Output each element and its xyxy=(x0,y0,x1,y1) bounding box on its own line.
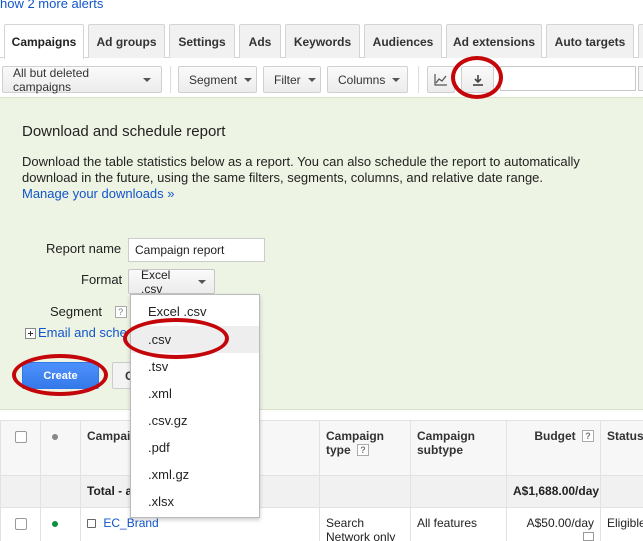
format-selected-value: Excel .csv xyxy=(141,267,171,296)
line-chart-icon xyxy=(434,73,447,86)
table-cell xyxy=(600,475,643,508)
toolbar-divider xyxy=(170,66,171,93)
segment-label-text: Segment xyxy=(50,304,103,319)
help-icon[interactable]: ? xyxy=(357,444,370,456)
view-filter-label: All but deleted campaigns xyxy=(13,65,90,94)
row-select-cell xyxy=(0,507,41,541)
campaign-subtype-header[interactable]: Campaign subtype xyxy=(410,420,507,476)
download-icon xyxy=(472,74,483,86)
table-total-row: Total - a A$1,688.00/day xyxy=(0,475,643,508)
row-budget-value: A$50.00/day xyxy=(526,516,594,530)
chevron-down-icon xyxy=(307,77,316,82)
row-budget-cell: A$50.00/day xyxy=(506,507,601,541)
row-campaign-subtype: All features xyxy=(410,507,507,541)
panel-title: Download and schedule report xyxy=(22,123,226,140)
create-button[interactable]: Create xyxy=(22,362,99,389)
tab-settings[interactable]: Settings xyxy=(169,24,235,58)
segment-button[interactable]: Segment xyxy=(178,66,257,93)
status-header[interactable]: Status xyxy=(600,420,643,476)
format-option-xml[interactable]: .xml xyxy=(131,380,259,407)
table-cell xyxy=(40,475,81,508)
total-budget: A$1,688.00/day xyxy=(506,475,601,508)
row-status-cell xyxy=(40,507,81,541)
table-header-row: Campaign Campaign type ? Campaign subtyp… xyxy=(0,420,643,476)
columns-label: Columns xyxy=(338,72,386,87)
download-report-panel: Download and schedule report Download th… xyxy=(0,97,643,410)
row-campaign-type: Search Network only xyxy=(319,507,411,541)
chart-toggle-button[interactable] xyxy=(427,66,455,93)
tab-ad-groups[interactable]: Ad groups xyxy=(88,24,165,58)
email-schedule-link[interactable]: Email and sche xyxy=(38,325,127,340)
show-alerts-link[interactable]: how 2 more alerts xyxy=(0,0,103,11)
tab-ad-extensions[interactable]: Ad extensions xyxy=(446,24,542,58)
tab-ads[interactable]: Ads xyxy=(239,24,281,58)
format-option-xml-gz[interactable]: .xml.gz xyxy=(131,461,259,488)
campaign-type-header[interactable]: Campaign type ? xyxy=(319,420,411,476)
enabled-status-dot-icon[interactable] xyxy=(52,521,58,527)
format-option-xlsx[interactable]: .xlsx xyxy=(131,488,259,515)
format-option-csv[interactable]: .csv xyxy=(131,326,259,353)
filter-button[interactable]: Filter xyxy=(263,66,321,93)
toolbar-divider xyxy=(418,66,419,93)
tab-more[interactable] xyxy=(638,24,643,58)
row-status: Eligible xyxy=(600,507,643,541)
columns-button[interactable]: Columns xyxy=(327,66,408,93)
campaign-table: Campaign Campaign type ? Campaign subtyp… xyxy=(0,420,643,541)
row-checkbox[interactable] xyxy=(15,518,27,530)
format-label: Format xyxy=(81,272,123,287)
tab-keywords[interactable]: Keywords xyxy=(285,24,360,58)
chevron-down-icon xyxy=(392,77,401,82)
segment-label: Segment xyxy=(189,72,238,87)
report-name-label: Report name xyxy=(46,241,122,256)
budget-header[interactable]: Budget ? xyxy=(506,420,601,476)
panel-description-text: Download the table statistics below as a… xyxy=(22,154,580,185)
campaign-type-header-label: Campaign type xyxy=(326,429,385,457)
segment-label: Segment ? xyxy=(50,304,127,319)
download-button[interactable] xyxy=(461,66,494,93)
tab-campaigns[interactable]: Campaigns xyxy=(4,24,84,59)
manage-downloads-link[interactable]: Manage your downloads » xyxy=(22,186,175,201)
format-select[interactable]: Excel .csv xyxy=(128,267,215,296)
format-option-excel-csv[interactable]: Excel .csv xyxy=(131,298,259,325)
panel-description: Download the table statistics below as a… xyxy=(22,154,582,202)
table-cell xyxy=(319,475,411,508)
select-all-cell xyxy=(0,420,41,476)
help-icon[interactable]: ? xyxy=(582,430,594,442)
report-name-input[interactable] xyxy=(128,238,265,262)
format-dropdown-menu: Excel .csv .csv .tsv .xml .csv.gz .pdf .… xyxy=(130,294,260,518)
toolbar-overflow-button[interactable] xyxy=(638,66,643,91)
format-option-tsv[interactable]: .tsv xyxy=(131,353,259,380)
budget-chart-icon[interactable] xyxy=(583,532,594,541)
view-filter-dropdown[interactable]: All but deleted campaigns xyxy=(2,65,162,94)
table-row: EC_Brand Search Network only All feature… xyxy=(0,507,643,541)
search-input[interactable] xyxy=(500,66,636,91)
status-dot-header xyxy=(40,420,81,476)
tab-audiences[interactable]: Audiences xyxy=(364,24,442,58)
expand-plus-icon[interactable] xyxy=(25,328,36,339)
filter-label: Filter xyxy=(274,72,301,87)
campaign-name-link[interactable]: EC_Brand xyxy=(103,516,158,530)
tab-bar: Campaigns Ad groups Settings Ads Keyword… xyxy=(0,20,643,59)
help-icon[interactable]: ? xyxy=(114,306,127,318)
format-option-pdf[interactable]: .pdf xyxy=(131,434,259,461)
status-dot-icon xyxy=(52,434,58,440)
chevron-down-icon xyxy=(244,77,253,82)
table-cell xyxy=(410,475,507,508)
chevron-down-icon xyxy=(198,279,206,284)
budget-header-label: Budget xyxy=(534,429,576,443)
select-all-checkbox[interactable] xyxy=(15,431,27,443)
chevron-down-icon xyxy=(143,77,151,82)
toolbar: All but deleted campaigns Segment Filter… xyxy=(0,58,643,98)
campaign-icon xyxy=(87,519,96,528)
tab-auto-targets[interactable]: Auto targets xyxy=(546,24,634,58)
table-cell xyxy=(0,475,41,508)
format-option-csv-gz[interactable]: .csv.gz xyxy=(131,407,259,434)
